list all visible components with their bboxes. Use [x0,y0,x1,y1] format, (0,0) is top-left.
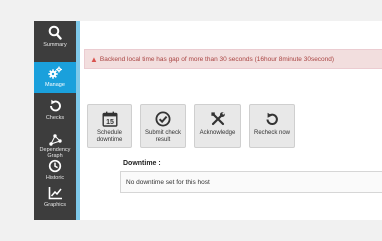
sidebar-item-manage[interactable]: Manage [34,62,76,93]
acknowledge-button[interactable]: Acknowledge [194,104,241,148]
app-window: Summary Manage Checks Dependency Graph H… [34,21,382,220]
clock-icon [48,159,62,173]
sidebar-item-label: Historic [45,175,65,181]
sidebar-item-graphics[interactable]: Graphics [34,186,76,216]
schedule-downtime-button[interactable]: 15 Schedule downtime [87,104,132,148]
calendar-icon: 15 [102,105,118,127]
downtime-empty-message: No downtime set for this host [126,178,210,186]
time-gap-alert: ▲ Backend local time has gap of more tha… [84,49,382,69]
gears-icon [47,66,63,80]
line-chart-icon [48,186,63,200]
search-icon [48,25,62,40]
sidebar: Summary Manage Checks Dependency Graph H… [34,21,76,220]
recheck-now-button[interactable]: Recheck now [249,104,295,148]
submit-check-result-label: Submit check result [144,130,181,143]
tools-icon [210,105,226,127]
sidebar-item-label: Dependency Graph [39,147,71,159]
submit-check-result-button[interactable]: Submit check result [140,104,186,148]
graph-icon [48,133,63,147]
sidebar-item-historic[interactable]: Historic [34,159,76,185]
check-circle-icon [155,105,171,127]
sidebar-item-label: Graphics [43,202,66,208]
sidebar-item-label: Manage [45,82,65,88]
calendar-day: 15 [106,119,114,126]
schedule-downtime-label: Schedule downtime [96,130,123,143]
refresh-icon [48,99,62,113]
sidebar-item-checks[interactable]: Checks [34,99,76,127]
acknowledge-label: Acknowledge [199,130,236,136]
alert-message: Backend local time has gap of more than … [99,55,335,63]
recheck-now-label: Recheck now [253,130,291,136]
sidebar-item-label: Summary [43,42,67,48]
downtime-title: Downtime : [123,160,161,167]
downtime-panel: No downtime set for this host [120,171,382,193]
warning-icon: ▲ [90,54,98,64]
sidebar-item-label: Checks [45,115,65,121]
sidebar-item-summary[interactable]: Summary [34,25,76,59]
recheck-icon [264,105,280,127]
content-edge [76,21,80,220]
